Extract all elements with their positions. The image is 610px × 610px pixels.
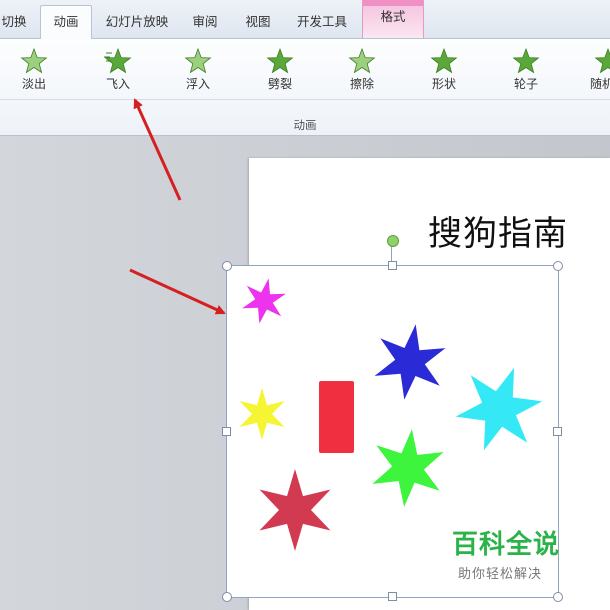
resize-handle-bottom-left[interactable] xyxy=(222,592,232,602)
resize-handle-right[interactable] xyxy=(553,427,562,436)
group-divider xyxy=(0,99,610,100)
effect-fade-button[interactable]: 淡出 xyxy=(4,45,64,97)
effect-wipe-button[interactable]: 擦除 xyxy=(332,45,392,97)
effect-label: 随机线 xyxy=(589,77,610,91)
animation-group-label: 动画 xyxy=(293,118,317,132)
effect-shape-button[interactable]: 形状 xyxy=(414,45,474,97)
fade-star-icon xyxy=(20,47,48,74)
effect-label: 浮入 xyxy=(185,77,210,91)
watermark-title: 百科全说 xyxy=(452,530,561,560)
effect-label: 形状 xyxy=(431,77,456,91)
wipe-star-icon xyxy=(348,47,376,74)
picture-star xyxy=(374,324,446,400)
float-in-star-icon xyxy=(184,47,212,74)
split-star-icon xyxy=(266,47,294,74)
tab-developer[interactable]: 开发工具 xyxy=(292,6,352,37)
effect-label: 飞入 xyxy=(105,77,130,91)
rotate-handle[interactable] xyxy=(387,235,399,247)
effect-split-button[interactable]: 劈裂 xyxy=(250,45,310,97)
resize-handle-top-left[interactable] xyxy=(222,261,232,271)
effect-label: 劈裂 xyxy=(267,77,292,91)
shape-star-icon xyxy=(430,47,458,74)
picture-star xyxy=(372,429,444,507)
effect-random-bars-button[interactable]: 随机线 xyxy=(578,45,610,97)
wheel-star-icon xyxy=(512,47,540,74)
picture-star xyxy=(242,278,286,324)
tab-view[interactable]: 视图 xyxy=(238,6,278,37)
effect-wheel-button[interactable]: 轮子 xyxy=(496,45,556,97)
effect-label: 轮子 xyxy=(513,77,538,91)
watermark: 百科全说 助你轻松解决 xyxy=(452,524,560,582)
tab-format-contextual[interactable]: 格式 xyxy=(362,0,424,38)
red-rectangle xyxy=(319,381,354,453)
picture-star xyxy=(455,367,543,451)
effect-fly-in-button[interactable]: 飞入 xyxy=(88,45,148,97)
tab-review[interactable]: 审阅 xyxy=(185,6,225,37)
tab-slideshow[interactable]: 幻灯片放映 xyxy=(102,6,172,37)
picture-star xyxy=(239,388,285,440)
random-bars-star-icon xyxy=(594,47,610,74)
resize-handle-top-right[interactable] xyxy=(553,261,563,271)
fly-in-star-icon xyxy=(104,47,132,74)
resize-handle-top[interactable] xyxy=(388,261,397,270)
watermark-subtitle: 助你轻松解决 xyxy=(458,567,543,582)
effect-label: 擦除 xyxy=(349,77,374,91)
resize-handle-bottom-right[interactable] xyxy=(553,592,563,602)
ribbon-tab-bar: 切换 动画 幻灯片放映 审阅 视图 开发工具 格式 xyxy=(0,0,610,39)
tab-transitions[interactable]: 切换 xyxy=(0,6,28,37)
slide-title-text[interactable]: 搜狗指南 xyxy=(428,206,568,255)
effect-float-in-button[interactable]: 浮入 xyxy=(168,45,228,97)
picture-star xyxy=(259,469,331,551)
tab-format-label: 格式 xyxy=(380,9,406,24)
resize-handle-bottom[interactable] xyxy=(388,592,397,601)
effect-label: 淡出 xyxy=(21,77,46,91)
resize-handle-left[interactable] xyxy=(222,427,231,436)
tab-animations[interactable]: 动画 xyxy=(40,5,92,39)
